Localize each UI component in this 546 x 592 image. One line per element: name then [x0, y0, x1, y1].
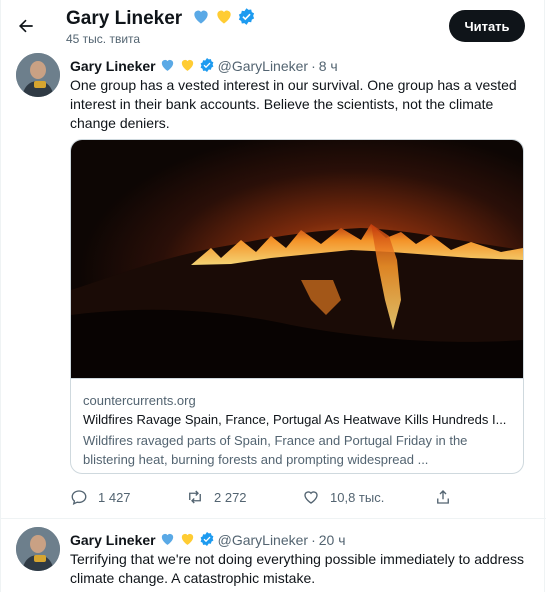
tweet-text: One group has a vested interest in our s… — [70, 77, 517, 131]
retweet-count: 2 272 — [214, 489, 247, 505]
card-title: Wildfires Ravage Spain, France, Portugal… — [83, 412, 507, 427]
separator-dot: · — [311, 58, 316, 74]
like-count: 10,8 тыс. — [330, 489, 385, 505]
retweet-button[interactable]: 2 272 — [186, 488, 247, 506]
reply-count: 1 427 — [98, 489, 131, 505]
card-description: Wildfires ravaged parts of Spain, France… — [83, 433, 468, 467]
author-name[interactable]: Gary Lineker — [70, 58, 156, 74]
verified-badge-icon — [237, 7, 256, 32]
verified-badge-icon — [199, 57, 215, 76]
author-handle[interactable]: @GaryLineker — [218, 532, 308, 548]
tweet-time[interactable]: 20 ч — [319, 532, 346, 548]
blue-heart-icon — [159, 530, 176, 550]
tweet-count: 45 тыс. твита — [66, 32, 141, 46]
yellow-heart-icon — [179, 530, 196, 550]
profile-name: Gary Lineker — [66, 6, 256, 32]
blue-heart-icon — [159, 56, 176, 76]
tweet-header: Gary Lineker @GaryLineker · 8 ч — [70, 56, 338, 76]
tweet-actions: 1 427 2 272 10,8 тыс. — [70, 488, 524, 506]
left-border — [0, 0, 1, 592]
author-name[interactable]: Gary Lineker — [70, 532, 156, 548]
retweet-icon — [186, 488, 204, 506]
tweet-time[interactable]: 8 ч — [319, 58, 338, 74]
avatar[interactable] — [16, 527, 60, 571]
card-image — [71, 140, 523, 378]
author-handle[interactable]: @GaryLineker — [218, 58, 308, 74]
avatar[interactable] — [16, 53, 60, 97]
arrow-left-icon — [16, 16, 36, 36]
follow-button[interactable]: Читать — [449, 10, 525, 42]
tweet-header: Gary Lineker @GaryLineker · 20 ч — [70, 530, 346, 550]
verified-badge-icon — [199, 531, 215, 550]
yellow-heart-icon — [179, 56, 196, 76]
heart-icon — [302, 488, 320, 506]
right-border — [544, 0, 545, 592]
profile-header: Gary Lineker 45 тыс. твита Читать — [0, 0, 546, 51]
reply-icon — [70, 488, 88, 506]
yellow-heart-icon — [214, 6, 234, 32]
card-divider — [71, 378, 523, 379]
back-button[interactable] — [12, 12, 40, 40]
separator-dot: · — [311, 532, 316, 548]
share-button[interactable] — [434, 488, 452, 506]
reply-button[interactable]: 1 427 — [70, 488, 131, 506]
share-icon — [434, 488, 452, 506]
tweet-divider — [0, 518, 546, 519]
tweet-text: Terrifying that we're not doing everythi… — [70, 551, 525, 586]
link-card[interactable]: countercurrents.org Wildfires Ravage Spa… — [70, 139, 524, 474]
profile-name-text: Gary Lineker — [66, 8, 183, 29]
card-domain: countercurrents.org — [83, 393, 196, 408]
blue-heart-icon — [191, 6, 211, 32]
like-button[interactable]: 10,8 тыс. — [302, 488, 384, 506]
